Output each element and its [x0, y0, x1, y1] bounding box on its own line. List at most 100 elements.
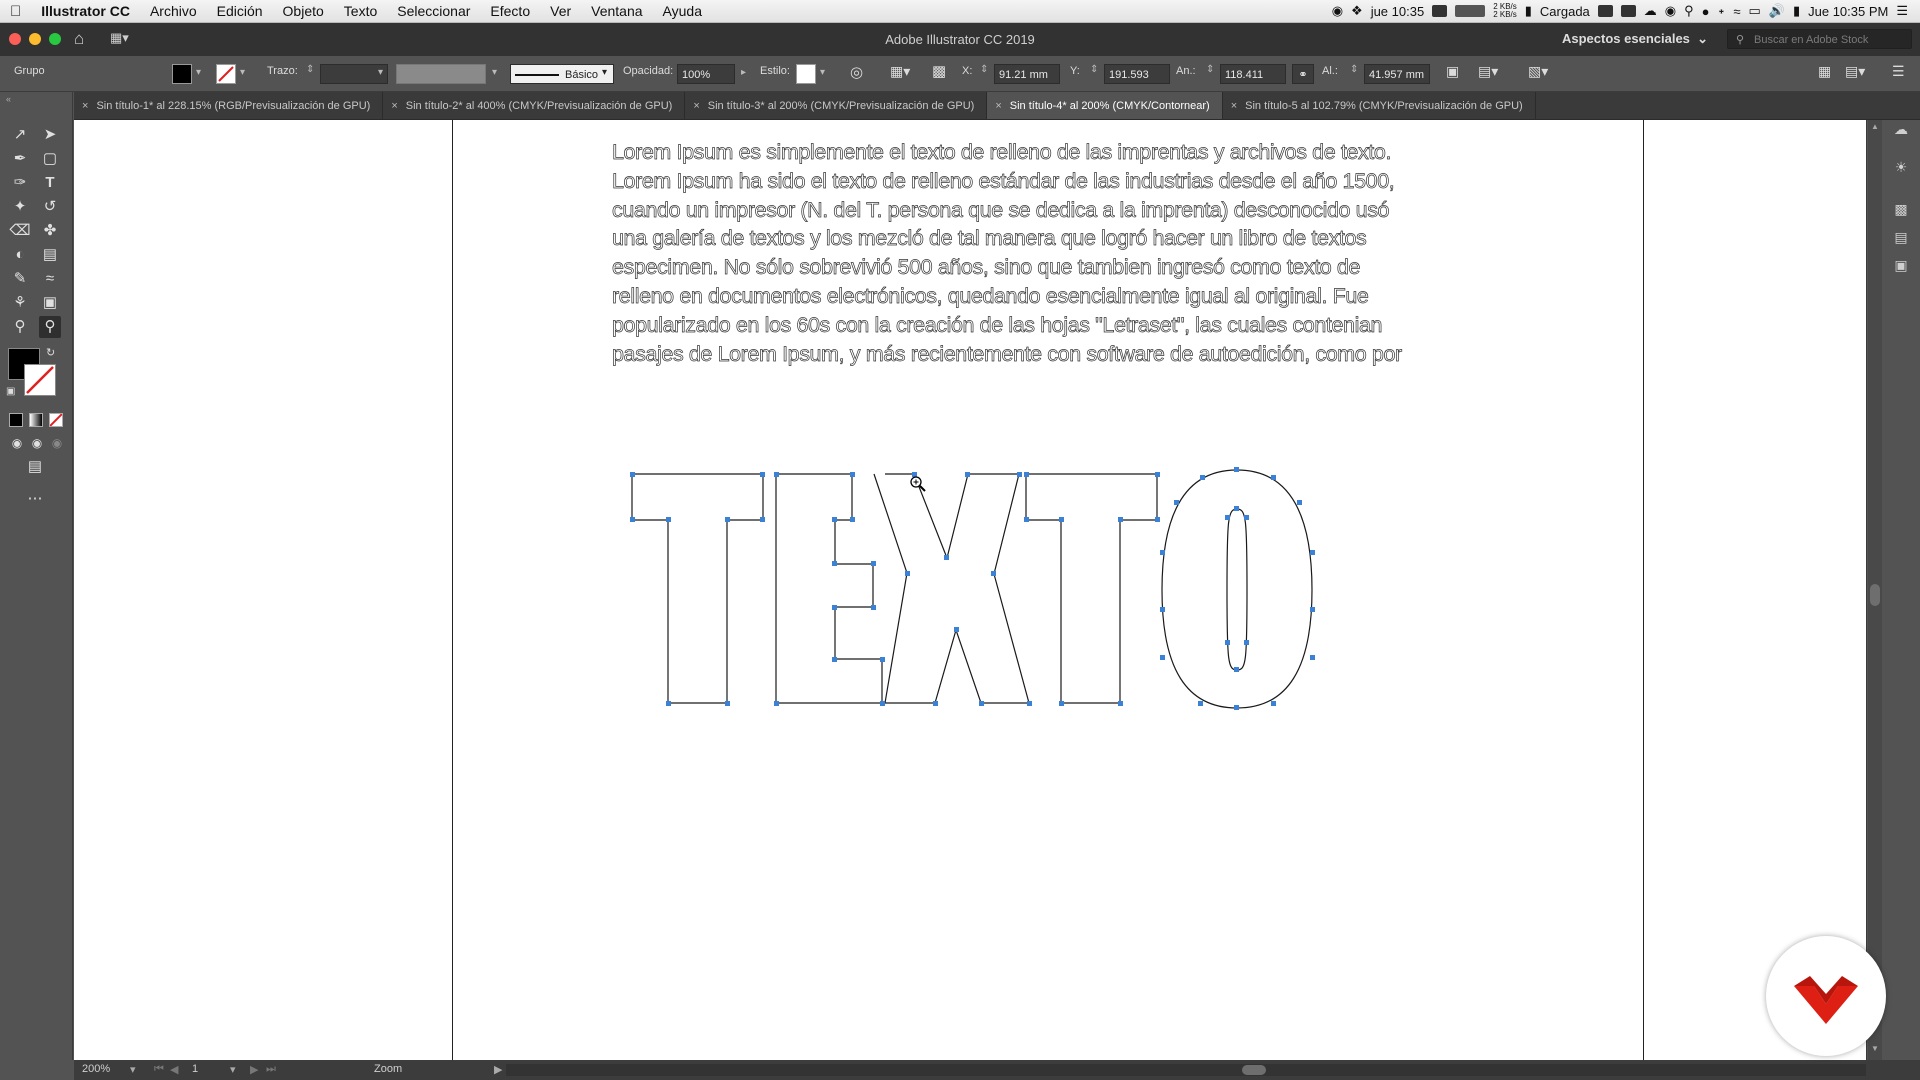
panel-layout-icon[interactable]: ▤▾ [1845, 63, 1865, 80]
letter-e-outline[interactable] [775, 473, 883, 704]
keyboard-icon[interactable] [1597, 5, 1613, 17]
edit-toolbar-icon[interactable]: ⋯ [24, 488, 46, 510]
fill-swatch[interactable] [172, 64, 192, 84]
close-tab-icon[interactable]: × [391, 100, 397, 112]
paintbrush-tool-icon[interactable]: ✑ [9, 172, 31, 194]
rectangle-tool-icon[interactable]: ▢ [39, 148, 61, 170]
fill-dropdown-icon[interactable]: ▾ [196, 67, 201, 78]
close-tab-icon[interactable]: × [1231, 100, 1237, 112]
arrange-panels-icon[interactable]: ▦ [1818, 63, 1831, 80]
previous-artboard-icon[interactable]: ◀ [170, 1063, 178, 1076]
collapse-toolbar-icon[interactable]: « [6, 94, 11, 104]
close-tab-icon[interactable]: × [693, 100, 699, 112]
opacity-label[interactable]: Opacidad: [623, 65, 673, 77]
default-colors-icon[interactable]: ▣ [6, 386, 15, 397]
opacity-field[interactable]: 100% [677, 64, 735, 84]
menu-app-name[interactable]: Illustrator CC [31, 3, 140, 19]
battery-status-icon[interactable]: ▮ [1525, 3, 1532, 19]
stroke-weight-dropdown-icon[interactable]: ▾ [378, 67, 383, 78]
stroke-color-box[interactable] [24, 364, 56, 396]
horizontal-scrollbar[interactable] [506, 1064, 1866, 1076]
bluetooth-icon[interactable]: ᛭ [1718, 4, 1726, 19]
gradient-tool-icon[interactable]: ▤ [39, 244, 61, 266]
volume-icon[interactable]: 🔊 [1769, 3, 1785, 19]
document-tab[interactable]: × Sin título-2* al 400% (CMYK/Previsuali… [383, 92, 686, 119]
menu-ventana[interactable]: Ventana [581, 3, 652, 19]
document-canvas[interactable]: Lorem Ipsum es simplemente el texto de r… [74, 120, 1866, 1060]
first-artboard-icon[interactable]: ⏮ [154, 1063, 164, 1076]
menu-edicion[interactable]: Edición [207, 3, 273, 19]
stroke-swatch[interactable] [216, 64, 236, 84]
color-mode-icon[interactable] [9, 413, 23, 427]
puppet-warp-tool-icon[interactable]: ⚲ [9, 316, 31, 338]
recolor-artwork-icon[interactable]: ◎ [850, 63, 863, 81]
wifi-icon[interactable]: ≈ [1733, 4, 1740, 19]
zoom-level-field[interactable]: 200% [82, 1063, 110, 1075]
graphic-style-swatch[interactable] [796, 64, 816, 84]
adobe-stock-search[interactable]: ⚲ Buscar en Adobe Stock [1727, 29, 1912, 49]
isolate-group-icon[interactable]: ▤▾ [1478, 63, 1498, 80]
letter-o-outline[interactable] [1161, 469, 1313, 709]
type-tool-icon[interactable]: T [39, 172, 61, 194]
eyedropper-tool-icon[interactable]: ✎ [9, 268, 31, 290]
stroke-weight-stepper[interactable]: ⇕ [306, 64, 314, 75]
status-menu-icon[interactable]: ▶ [494, 1063, 502, 1076]
artboard-tool-icon[interactable]: ▣ [39, 292, 61, 314]
constrain-proportions-link-icon[interactable]: ⚭ [1292, 64, 1314, 84]
height-stepper[interactable]: ⇕ [1350, 64, 1358, 75]
width-field[interactable]: 118.411 mm [1220, 64, 1286, 101]
brush-definition-field[interactable]: Básico [510, 64, 614, 84]
letter-t-outline[interactable] [631, 473, 764, 704]
align-options-icon[interactable]: ▦▾ [890, 63, 910, 80]
brush-dropdown-icon[interactable]: ▾ [602, 67, 607, 78]
close-tab-icon[interactable]: × [82, 100, 88, 112]
outlined-texto-artwork[interactable] [74, 120, 1866, 1060]
zoom-dropdown-icon[interactable]: ▾ [130, 1063, 136, 1076]
menubar-clock-left[interactable]: jue 10:35 [1371, 4, 1425, 19]
x-stepper[interactable]: ⇕ [980, 64, 988, 75]
libraries-panel-icon[interactable]: ☁ [1892, 120, 1910, 138]
y-stepper[interactable]: ⇕ [1090, 64, 1098, 75]
cpu-meter-icon[interactable] [1455, 5, 1486, 17]
current-tool-status[interactable]: Zoom [374, 1063, 402, 1075]
eraser-tool-icon[interactable]: ⌫ [9, 220, 31, 242]
blend-tool-icon[interactable]: ≈ [39, 268, 61, 290]
menu-objeto[interactable]: Objeto [273, 3, 334, 19]
scroll-up-icon[interactable]: ▲ [1871, 122, 1879, 131]
transform-icon[interactable]: ▣ [1446, 63, 1459, 80]
control-bar-menu-icon[interactable]: ☰ [1892, 63, 1905, 80]
none-mode-icon[interactable] [49, 413, 63, 427]
letter-o-counter-outline[interactable] [1226, 508, 1248, 671]
dropbox-icon[interactable]: ❖ [1351, 3, 1363, 19]
network-speed[interactable]: 2 KB/s 2 KB/s [1493, 3, 1517, 19]
width-tool-icon[interactable]: ✤ [39, 220, 61, 242]
selection-tool-icon[interactable]: ↗ [9, 124, 31, 146]
document-tab[interactable]: × Sin título-5 al 102.79% (CMYK/Previsua… [1223, 92, 1536, 119]
spotlight-icon[interactable]: ⚲ [1684, 3, 1694, 19]
notification-center-icon[interactable]: ☰ [1896, 3, 1908, 19]
battery-status-text[interactable]: Cargada [1540, 4, 1590, 19]
draw-inside-icon[interactable]: ◉ [46, 432, 68, 454]
transform-panel-icon[interactable]: ▩ [1892, 200, 1910, 218]
creative-cloud-icon[interactable]: ☁ [1644, 3, 1657, 19]
shape-builder-tool-icon[interactable]: ◐ [9, 244, 31, 266]
record-icon[interactable]: ◉ [1332, 3, 1343, 19]
menu-archivo[interactable]: Archivo [140, 3, 207, 19]
height-field[interactable]: 41.957 mm [1364, 64, 1430, 84]
x-position-field[interactable]: 91.21 mm [994, 64, 1060, 84]
vertical-scrollbar[interactable]: ▲ ▼ [1868, 120, 1882, 1060]
opacity-expand-icon[interactable]: ▸ [741, 67, 746, 78]
monitor-icon[interactable] [1432, 5, 1448, 17]
nvidia-icon[interactable]: ◉ [1665, 3, 1676, 19]
graphic-style-dropdown-icon[interactable]: ▾ [820, 67, 825, 78]
artboard-number-field[interactable]: 1 [192, 1063, 198, 1075]
reference-point-icon[interactable]: ▩ [932, 62, 946, 80]
stroke-dropdown-icon[interactable]: ▾ [240, 67, 245, 78]
draw-normal-icon[interactable]: ◉ [6, 432, 28, 454]
menu-seleccionar[interactable]: Seleccionar [387, 3, 480, 19]
document-tab[interactable]: × Sin título-3* al 200% (CMYK/Previsuali… [685, 92, 988, 119]
apple-icon[interactable]:  [0, 3, 31, 20]
workspace-switcher[interactable]: Aspectos esenciales ⌄ [1562, 31, 1708, 47]
pen-tool-icon[interactable]: ✒ [9, 148, 31, 170]
letter-x-outline[interactable] [873, 473, 1030, 704]
